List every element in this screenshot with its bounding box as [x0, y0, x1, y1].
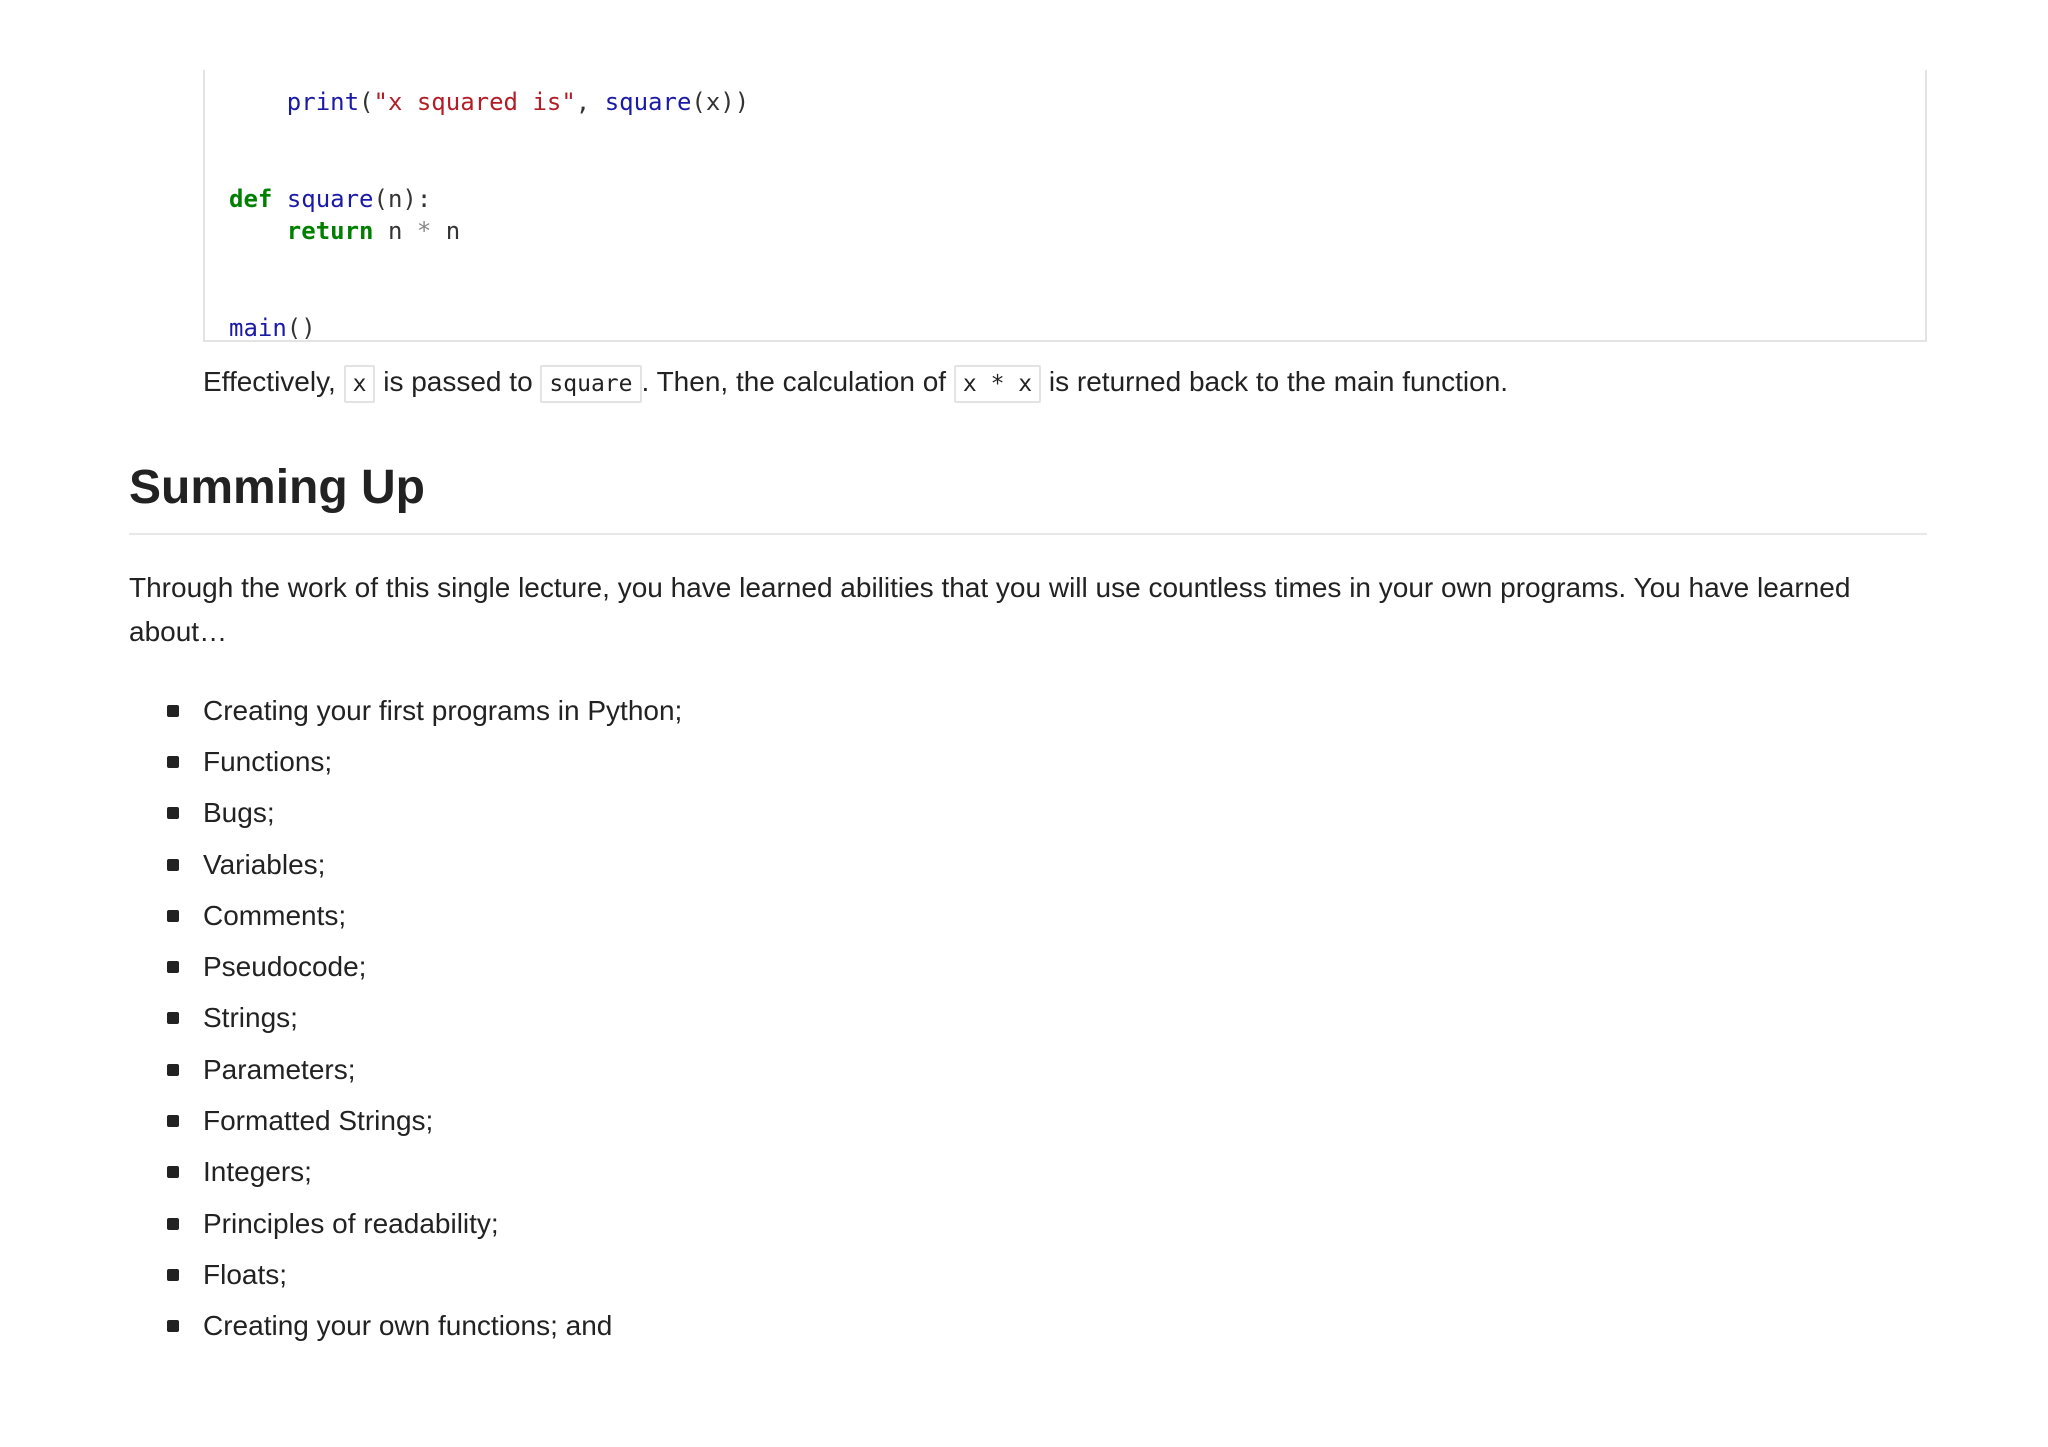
code-token-def: def: [229, 185, 273, 213]
explanation-text: is returned back to the main function.: [1041, 366, 1509, 397]
list-item-text: Comments;: [203, 899, 347, 931]
code-token-return: return: [286, 217, 374, 245]
bullet-icon: [167, 1166, 179, 1179]
bullet-icon: [167, 704, 179, 717]
list-item-text: Parameters;: [203, 1053, 356, 1085]
code-token-string: "x squared is": [373, 88, 576, 116]
code-token-main: main: [229, 314, 287, 342]
inline-code-x: x: [343, 365, 376, 403]
code-line-print: print("x squared is", square(x)): [229, 86, 749, 118]
code-token-n: n: [431, 217, 461, 245]
explanation-paragraph: Effectively, x is passed to square. Then…: [203, 362, 1508, 404]
code-line-return: return n * n: [229, 215, 460, 247]
list-item-text: Integers;: [203, 1156, 312, 1188]
code-token-square-call: square: [604, 88, 692, 116]
bullet-icon: [167, 909, 179, 922]
code-line-main-call: main(): [229, 312, 316, 344]
intro-paragraph: Through the work of this single lecture,…: [129, 572, 1851, 647]
bullet-icon: [167, 1268, 179, 1281]
explanation-text: Effectively,: [203, 366, 344, 397]
list-item-text: Functions;: [203, 745, 333, 777]
code-token-comma: ,: [575, 88, 605, 116]
inline-code-x-times-x: x * x: [953, 365, 1042, 403]
list-item-text: Creating your own functions; and: [203, 1310, 613, 1342]
bullet-icon: [167, 1012, 179, 1025]
heading-divider: [129, 533, 1927, 535]
inline-code-square: square: [540, 365, 642, 403]
explanation-text: . Then, the calculation of: [641, 366, 954, 397]
list-item-text: Bugs;: [203, 797, 275, 829]
code-token-square-name: square: [286, 185, 374, 213]
bullet-icon: [167, 1320, 179, 1333]
code-block: print("x squared is", square(x)) def squ…: [203, 70, 1927, 342]
list-item-text: Creating your first programs in Python;: [203, 694, 683, 726]
bullet-icon: [167, 961, 179, 974]
bullet-icon: [167, 807, 179, 820]
list-item-text: Principles of readability;: [203, 1207, 499, 1239]
bullet-icon: [167, 1063, 179, 1076]
code-token-args: (x)): [691, 88, 750, 116]
bullet-icon: [167, 858, 179, 871]
code-token-params: (n):: [373, 185, 432, 213]
code-token-print: print: [286, 88, 360, 116]
code-token-call-parens: (): [286, 314, 316, 342]
list-item-text: Floats;: [203, 1258, 288, 1290]
code-token-paren: (: [359, 88, 374, 116]
list-item-text: Variables;: [203, 848, 326, 880]
section-heading: Summing Up: [129, 461, 425, 514]
explanation-text: is passed to: [375, 366, 541, 397]
list-item-text: Pseudocode;: [203, 951, 367, 983]
list-item-text: Formatted Strings;: [203, 1105, 434, 1137]
list-item-text: Strings;: [203, 1002, 298, 1034]
code-token-n: n: [373, 217, 417, 245]
code-token-multiply: *: [416, 217, 432, 245]
bullet-icon: [167, 1115, 179, 1128]
bullet-icon: [167, 755, 179, 768]
code-line-def: def square(n):: [229, 183, 431, 215]
bullet-icon: [167, 1217, 179, 1230]
